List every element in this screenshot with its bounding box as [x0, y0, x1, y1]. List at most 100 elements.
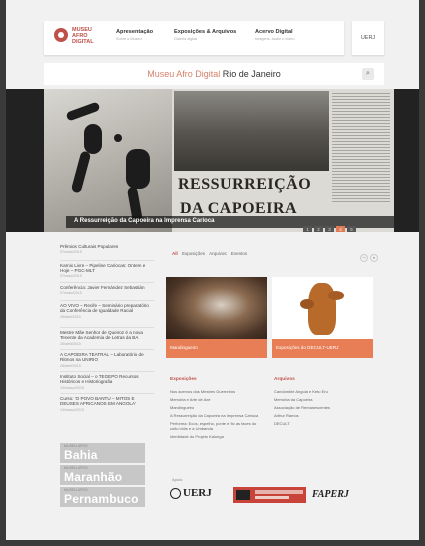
sculpture-shape	[300, 299, 314, 309]
arquivos-link[interactable]: Candomblé Angola e Ketu Eru	[274, 389, 364, 394]
social-icons: ↪ ●	[358, 246, 378, 264]
list-item[interactable]: Mestre Mãe Senhor de Queiroz é a nova Te…	[60, 328, 154, 351]
banner-pager: 12345	[303, 218, 358, 232]
card-caption: Mandingueiro	[170, 345, 198, 350]
arquivos-link[interactable]: DECULT	[274, 421, 364, 426]
page-title: Museu Afro Digital Rio de Janeiro	[44, 69, 384, 79]
faperj-logo[interactable]: FAPERJ	[312, 489, 349, 500]
faperj-logo-text: FAPERJ	[312, 489, 349, 500]
state-name: Bahia	[64, 448, 98, 462]
news-date: 07/maio/2015	[60, 274, 82, 278]
rss-icon[interactable]: ●	[370, 254, 378, 262]
pager-dot[interactable]: 5	[347, 226, 356, 232]
list-item[interactable]: Karnix Livre – Pipeline Cariocas: Ontem …	[60, 261, 154, 283]
exposicoes-link[interactable]: Memória e Arte de Axé	[170, 397, 262, 402]
exposicoes-link[interactable]: Mandingueiro	[170, 405, 262, 410]
search-button[interactable]: ⌕	[362, 68, 374, 80]
partner-logo[interactable]	[233, 487, 306, 503]
pager-dot[interactable]: 2	[314, 226, 323, 232]
filter-exposicoes[interactable]: Exposições	[182, 251, 205, 256]
photo-figure	[114, 134, 122, 142]
banner-caption[interactable]: A Ressurreição da Capoeira na Imprensa C…	[74, 218, 215, 224]
nav-exposicoes[interactable]: Exposições & Arquivos Galeria digital	[174, 29, 236, 41]
nav-subtitle: Imagens, áudio e vídeo	[255, 37, 295, 41]
column-heading-arquivos: Arquivos	[274, 377, 295, 382]
title-museum: Museu Afro Digital	[147, 69, 221, 79]
hero-banner[interactable]: RESSURREIÇÃO DA CAPOEIRA A Ressurreição …	[6, 89, 419, 232]
card-image	[166, 277, 267, 339]
arquivos-link[interactable]: Memória da Capoeira	[274, 397, 364, 402]
exposicoes-link[interactable]: Identidade do Projeto Kalunga	[170, 434, 262, 439]
state-name: Pernambuco	[64, 492, 139, 506]
filter-all[interactable]: All	[172, 251, 178, 256]
arquivos-link[interactable]: Arthur Ramos	[274, 413, 364, 418]
share-icon[interactable]: ↪	[360, 254, 368, 262]
photo-figure	[126, 149, 150, 189]
nav-title: Exposições & Arquivos	[174, 29, 237, 35]
nav-apresentacao[interactable]: Apresentação Sobre o Museu	[116, 29, 153, 41]
logo-text[interactable]: MUSEU AFRO DIGITAL	[72, 27, 106, 45]
newspaper-clipping: RESSURREIÇÃO DA CAPOEIRA	[172, 89, 394, 232]
newspaper-photo	[174, 91, 329, 171]
news-date: 14/março/2015	[60, 385, 84, 390]
list-item[interactable]: Prêmios Culturais Populares 07/maio/2015	[60, 242, 154, 261]
site-header: MUSEU AFRO DIGITAL Apresentação Sobre o …	[44, 21, 344, 55]
support-label: Apoio:	[172, 477, 184, 482]
news-title: Instituto Social – o TEGEPO Recursos His…	[60, 374, 139, 385]
state-link-pernambuco[interactable]: MUSEU AFRO Pernambuco	[60, 487, 145, 507]
exposicoes-link[interactable]: A Ressurreição da Capoeira na Imprensa C…	[170, 413, 262, 418]
card-exposicoes-decult[interactable]: Exposições do DECULT-UERJ	[272, 277, 373, 358]
museum-logo-icon[interactable]	[54, 28, 68, 42]
exposicoes-link[interactable]: Nos acervos dos Mestres Guerreiros	[170, 389, 262, 394]
list-item[interactable]: A CAPOEIRA TEATRAL – Laboratório de Ritm…	[60, 350, 154, 373]
card-mandingueiro[interactable]: Mandingueiro	[166, 277, 267, 358]
uerj-logo[interactable]: UERJ	[170, 487, 212, 499]
nav-title: Acervo Digital	[255, 29, 293, 35]
news-sidebar: Prêmios Culturais Populares 07/maio/2015 …	[60, 242, 154, 416]
card-caption-bar: Mandingueiro	[166, 339, 267, 358]
search-icon: ⌕	[366, 70, 370, 77]
list-item[interactable]: Curso: 'O POVO BANTU – MITOS E DEUSES AF…	[60, 394, 154, 416]
photo-figure	[65, 101, 101, 122]
partner-logo-text-line	[255, 490, 303, 494]
filter-tabs: All Exposições Arquivos Eventos	[172, 251, 250, 256]
pager-dot[interactable]: 3	[325, 226, 334, 232]
arquivos-list: Candomblé Angola e Ketu Eru Memória da C…	[274, 389, 364, 429]
pager-dot-active[interactable]: 4	[336, 226, 345, 232]
news-title: Curso: 'O POVO BANTU – MITOS E DEUSES AF…	[60, 396, 136, 407]
news-title: Mestre Mãe Senhor de Queiroz é a nova Te…	[60, 330, 143, 341]
pager-dot[interactable]: 1	[303, 226, 312, 232]
uerj-link[interactable]: UERJ	[352, 21, 384, 55]
card-caption-bar: Exposições do DECULT-UERJ	[272, 339, 373, 358]
card-image	[272, 277, 373, 339]
state-link-maranhao[interactable]: MUSEU AFRO Maranhão	[60, 465, 145, 485]
capoeira-photo	[44, 89, 172, 232]
list-item[interactable]: Conferência: Javier Fernández Sebastián 0…	[60, 283, 154, 302]
window-frame-bottom	[0, 540, 425, 546]
banner-caption-bar: A Ressurreição da Capoeira na Imprensa C…	[66, 216, 394, 232]
list-item[interactable]: Instituto Social – o TEGEPO Recursos His…	[60, 372, 154, 395]
nav-acervo[interactable]: Acervo Digital Imagens, áudio e vídeo	[255, 29, 294, 41]
exposicoes-link[interactable]: Performa: Ecos, espelho, ponte e fio as …	[170, 421, 262, 431]
photo-figure	[70, 150, 92, 194]
filter-arquivos[interactable]: Arquivos	[209, 251, 227, 256]
partner-logo-mark	[236, 490, 250, 500]
nav-title: Apresentação	[116, 29, 153, 35]
news-title: AO VIVO – Recife – Seminário preparatóri…	[60, 303, 149, 314]
news-date: 28/abril/2015	[60, 314, 81, 319]
news-title: Prêmios Culturais Populares	[60, 244, 119, 249]
news-title: Karnix Livre – Pipeline Cariocas: Ontem …	[60, 262, 146, 273]
logo-line: DIGITAL	[72, 39, 94, 45]
uerj-seal-icon	[170, 487, 181, 499]
state-museums: MUSEU AFRO Bahia MUSEU AFRO Maranhão MUSEU…	[60, 443, 145, 509]
title-bar: Museu Afro Digital Rio de Janeiro ⌕	[44, 63, 384, 85]
exposicoes-list: Nos acervos dos Mestres Guerreiros Memór…	[170, 389, 262, 442]
list-item[interactable]: AO VIVO – Recife – Seminário preparatóri…	[60, 301, 154, 329]
newspaper-headline: RESSURREIÇÃO	[178, 176, 312, 193]
news-date: 28/abril/2015	[60, 341, 81, 346]
news-date: 14/março/2015	[60, 407, 84, 412]
filter-eventos[interactable]: Eventos	[231, 251, 247, 256]
arquivos-link[interactable]: Associação de Remanescentes	[274, 405, 364, 410]
news-title: A CAPOEIRA TEATRAL – Laboratório de Ritm…	[60, 352, 144, 363]
state-link-bahia[interactable]: MUSEU AFRO Bahia	[60, 443, 145, 463]
